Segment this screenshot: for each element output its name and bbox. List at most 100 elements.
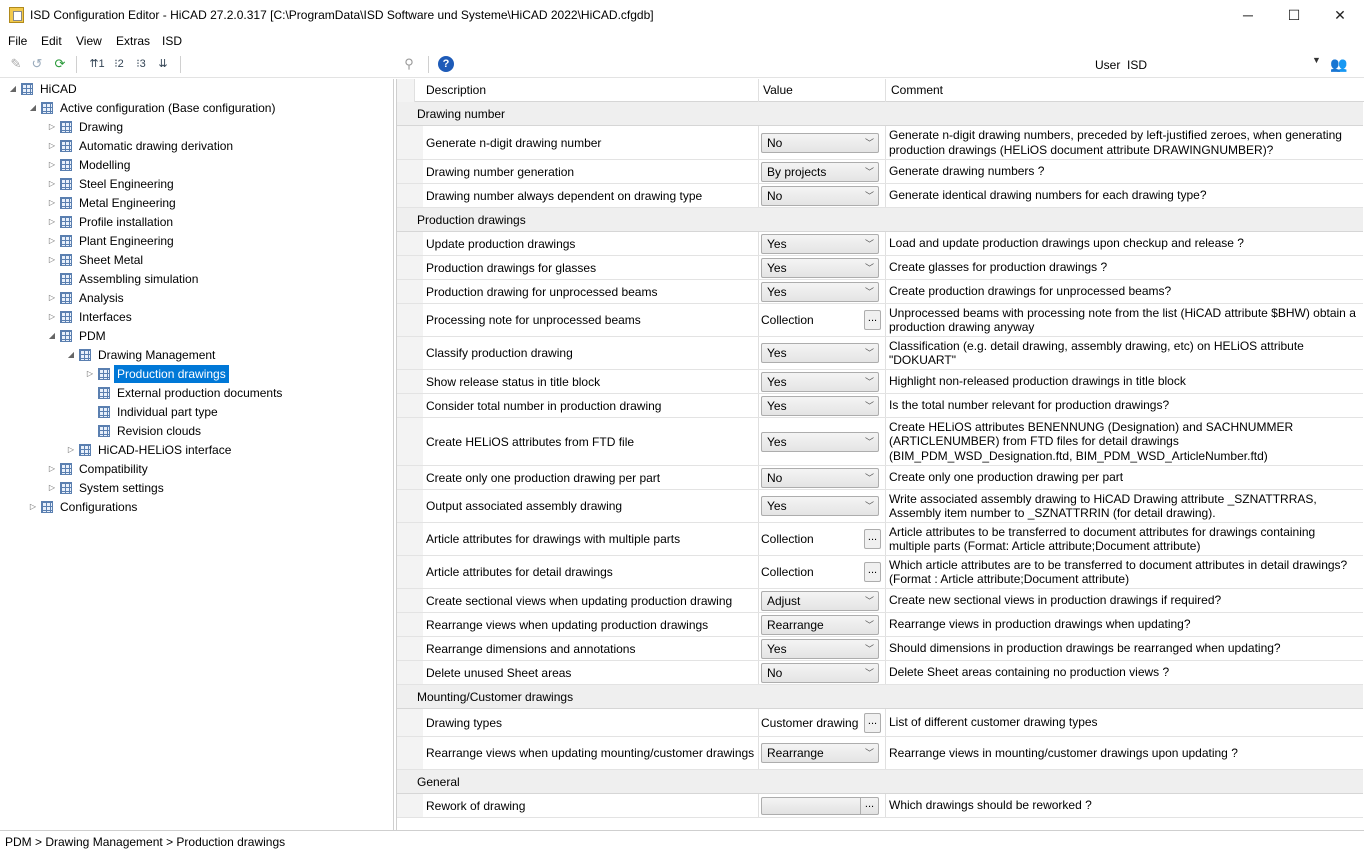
menu-view[interactable]: View (76, 34, 102, 48)
minimize-button[interactable]: ─ (1225, 0, 1271, 31)
tree-node-label[interactable]: Drawing (76, 118, 126, 136)
tree-node-label[interactable]: Assembling simulation (76, 270, 201, 288)
ellipsis-button[interactable]: ... (864, 562, 881, 582)
chevron-down-icon[interactable]: ﹀ (865, 616, 874, 634)
expand-all-icon[interactable]: ⇊ (154, 56, 172, 72)
ellipsis-button[interactable]: ... (864, 712, 881, 733)
category-header[interactable]: Drawing number (397, 102, 1363, 126)
value-dropdown[interactable]: No ﹀ (761, 467, 879, 488)
collapsed-arrow-icon[interactable]: ▷ (47, 479, 57, 497)
collapsed-arrow-icon[interactable]: ▷ (47, 289, 57, 307)
value-dropdown[interactable]: Rearrange ﹀ (761, 614, 879, 635)
tree-node-label[interactable]: Drawing Management (95, 346, 218, 364)
property-row[interactable]: Create only one production drawing per p… (397, 466, 1363, 490)
menu-edit[interactable]: Edit (41, 34, 62, 48)
tree-node-label[interactable]: Compatibility (76, 460, 151, 478)
property-row[interactable]: Production drawings for glasses Yes ﹀ Creat… (397, 256, 1363, 280)
value-dropdown[interactable]: Yes ﹀ (761, 371, 879, 392)
tree-node-label[interactable]: External production documents (114, 384, 285, 402)
tree-node-label[interactable]: Production drawings (114, 365, 229, 383)
chevron-down-icon[interactable]: ﹀ (865, 397, 874, 415)
property-row[interactable]: Drawing number generation By projects ﹀ Gen… (397, 160, 1363, 184)
header-description[interactable]: Description (426, 83, 486, 97)
expanded-arrow-icon[interactable]: ◢ (28, 99, 38, 117)
tree-node-label[interactable]: Sheet Metal (76, 251, 146, 269)
collapsed-arrow-icon[interactable]: ▷ (47, 460, 57, 478)
chevron-down-icon[interactable]: ﹀ (865, 744, 874, 762)
property-row[interactable]: Processing note for unprocessed beams Col… (397, 304, 1363, 337)
expanded-arrow-icon[interactable]: ◢ (8, 80, 18, 98)
collapsed-arrow-icon[interactable]: ▷ (47, 308, 57, 326)
collapsed-arrow-icon[interactable]: ▷ (47, 232, 57, 250)
collapsed-arrow-icon[interactable]: ▷ (85, 365, 95, 383)
collapsed-arrow-icon[interactable]: ▷ (47, 118, 57, 136)
maximize-button[interactable]: ☐ (1271, 0, 1317, 31)
chevron-down-icon[interactable]: ﹀ (865, 187, 874, 205)
tree-node-label[interactable]: HiCAD (37, 80, 80, 98)
property-row[interactable]: Rearrange views when updating production… (397, 613, 1363, 637)
find-binoculars-icon[interactable]: ⚲ (401, 56, 417, 72)
chevron-down-icon[interactable]: ﹀ (865, 344, 874, 362)
help-icon[interactable]: ? (438, 56, 454, 72)
value-dropdown[interactable]: Yes ﹀ (761, 638, 879, 659)
property-row[interactable]: Output associated assembly drawing Yes ﹀ Wr… (397, 490, 1363, 523)
category-header[interactable]: Mounting/Customer drawings (397, 685, 1363, 709)
expanded-arrow-icon[interactable]: ◢ (47, 327, 57, 345)
value-dropdown[interactable]: No ﹀ (761, 132, 879, 153)
property-row[interactable]: Drawing number always dependent on drawi… (397, 184, 1363, 208)
collapsed-arrow-icon[interactable]: ▷ (28, 498, 38, 516)
tree-node-label[interactable]: Modelling (76, 156, 133, 174)
menu-isd[interactable]: ISD (162, 34, 182, 48)
chevron-down-icon[interactable]: ﹀ (865, 497, 874, 515)
chevron-down-icon[interactable]: ﹀ (865, 640, 874, 658)
property-row[interactable]: Classify production drawing Yes ﹀ Classific… (397, 337, 1363, 370)
chevron-down-icon[interactable]: ﹀ (865, 259, 874, 277)
value-dropdown[interactable]: Yes ﹀ (761, 343, 879, 363)
chevron-down-icon[interactable]: ﹀ (865, 433, 874, 451)
collapsed-arrow-icon[interactable]: ▷ (66, 441, 76, 459)
value-dropdown[interactable]: Yes ﹀ (761, 233, 879, 254)
chevron-down-icon[interactable]: ﹀ (865, 592, 874, 610)
level-1-icon[interactable]: ⇈1 (87, 56, 107, 72)
value-dropdown[interactable]: Adjust ﹀ (761, 590, 879, 611)
tree-node-label[interactable]: Steel Engineering (76, 175, 177, 193)
chevron-down-icon[interactable]: ▼ (1312, 55, 1321, 65)
header-value[interactable]: Value (763, 83, 793, 97)
chevron-down-icon[interactable]: ﹀ (865, 235, 874, 253)
tree-node-label[interactable]: Profile installation (76, 213, 176, 231)
collapsed-arrow-icon[interactable]: ▷ (47, 251, 57, 269)
value-dropdown[interactable]: Yes ﹀ (761, 431, 879, 452)
chevron-down-icon[interactable]: ﹀ (865, 664, 874, 682)
collapsed-arrow-icon[interactable]: ▷ (47, 194, 57, 212)
configuration-tree[interactable]: ◢ HiCAD ◢ Active configuration (Base config… (0, 79, 394, 830)
chevron-down-icon[interactable]: ﹀ (865, 469, 874, 487)
value-dropdown[interactable]: Yes ﹀ (761, 281, 879, 302)
value-dropdown[interactable]: No ﹀ (761, 185, 879, 206)
property-row[interactable]: Article attributes for drawings with mul… (397, 523, 1363, 556)
tree-node-label[interactable]: Interfaces (76, 308, 135, 326)
chevron-down-icon[interactable]: ﹀ (865, 163, 874, 181)
property-row[interactable]: Rearrange dimensions and annotations Yes ﹀… (397, 637, 1363, 661)
property-row[interactable]: Production drawing for unprocessed beams… (397, 280, 1363, 304)
refresh-icon[interactable]: ⟳ (52, 56, 68, 72)
chevron-down-icon[interactable]: ﹀ (865, 373, 874, 391)
tree-node-label[interactable]: PDM (76, 327, 109, 345)
tree-node-label[interactable]: Automatic drawing derivation (76, 137, 236, 155)
property-row[interactable]: Article attributes for detail drawings Co… (397, 556, 1363, 589)
property-row[interactable]: Consider total number in production draw… (397, 394, 1363, 418)
header-comment[interactable]: Comment (891, 83, 943, 97)
value-dropdown[interactable]: By projects ﹀ (761, 161, 879, 182)
level-2-icon[interactable]: ⁝2 (110, 56, 128, 72)
property-row[interactable]: Rework of drawing... Which drawings shoul… (397, 794, 1363, 818)
level-3-icon[interactable]: ⁝3 (132, 56, 150, 72)
value-dropdown[interactable]: Rearrange ﹀ (761, 743, 879, 763)
property-row[interactable]: Create HELiOS attributes from FTD file Ye… (397, 418, 1363, 466)
ellipsis-button[interactable]: ... (860, 796, 878, 815)
tree-node-label[interactable]: Metal Engineering (76, 194, 179, 212)
property-row[interactable]: Generate n-digit drawing number No ﹀ Genera… (397, 126, 1363, 160)
value-dropdown[interactable]: Yes ﹀ (761, 257, 879, 278)
property-row[interactable]: Drawing types Customer drawing... List of … (397, 709, 1363, 737)
close-button[interactable]: ✕ (1317, 0, 1363, 31)
value-field[interactable]: ... (761, 796, 879, 815)
undo-icon[interactable]: ↺ (29, 56, 45, 72)
